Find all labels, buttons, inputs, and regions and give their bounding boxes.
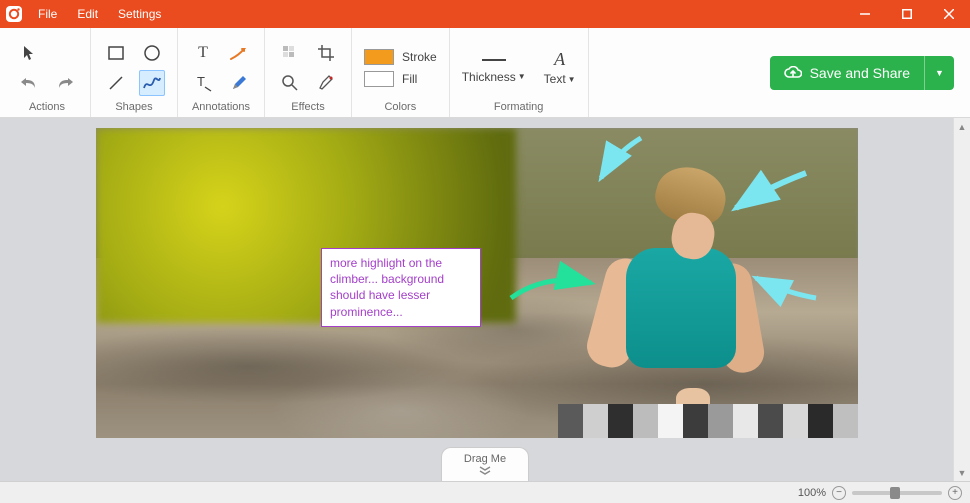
rectangle-tool[interactable] [103, 40, 129, 66]
ellipse-tool[interactable] [139, 40, 165, 66]
save-dropdown-button[interactable]: ▼ [924, 56, 954, 90]
window-maximize-button[interactable] [886, 0, 928, 28]
text-format-label: Text [544, 72, 566, 86]
group-colors: Stroke Fill Colors [352, 28, 450, 117]
app-logo-icon [0, 0, 28, 28]
svg-text:T: T [197, 74, 205, 89]
stroke-color-swatch[interactable] [364, 49, 394, 65]
save-button-label: Save and Share [810, 65, 910, 81]
pixelate-tool[interactable] [277, 40, 303, 66]
group-shapes-label: Shapes [115, 101, 152, 115]
group-annotations: T T Annotations [178, 28, 265, 117]
double-chevron-down-icon [478, 466, 492, 476]
save-and-share-button[interactable]: Save and Share ▼ [770, 56, 954, 90]
canvas[interactable]: more highlight on the climber... backgro… [96, 128, 858, 438]
drag-handle[interactable]: Drag Me [441, 447, 529, 481]
group-actions-label: Actions [29, 101, 65, 115]
fill-color-swatch[interactable] [364, 71, 394, 87]
menu-settings[interactable]: Settings [108, 0, 171, 28]
drag-handle-label: Drag Me [464, 453, 506, 465]
annotation-text: more highlight on the climber... backgro… [330, 256, 444, 319]
pixelate-region [558, 404, 858, 438]
zoom-in-button[interactable]: + [948, 486, 962, 500]
chevron-down-icon: ▼ [518, 72, 526, 81]
pen-tool[interactable] [226, 70, 252, 96]
zoom-slider[interactable] [852, 491, 942, 495]
redo-button[interactable] [52, 70, 78, 96]
group-effects: Effects [265, 28, 352, 117]
callout-tool[interactable]: T [190, 70, 216, 96]
window-close-button[interactable] [928, 0, 970, 28]
group-actions: Actions [4, 28, 91, 117]
status-bar: 100% − + [0, 481, 970, 503]
annotation-callout[interactable]: more highlight on the climber... backgro… [321, 248, 481, 327]
group-annotations-label: Annotations [192, 101, 250, 115]
line-tool[interactable] [103, 70, 129, 96]
stroke-label: Stroke [402, 50, 437, 64]
chevron-down-icon: ▼ [935, 68, 944, 78]
scroll-down-button[interactable]: ▼ [954, 464, 970, 481]
text-format-dropdown[interactable]: A Text▼ [544, 49, 576, 86]
crop-tool[interactable] [313, 40, 339, 66]
group-shapes: Shapes [91, 28, 178, 117]
menu-edit[interactable]: Edit [67, 0, 108, 28]
pointer-tool[interactable] [16, 40, 42, 66]
highlighter-tool[interactable] [313, 70, 339, 96]
magnifier-tool[interactable] [277, 70, 303, 96]
fill-label: Fill [402, 72, 417, 86]
window-minimize-button[interactable] [844, 0, 886, 28]
undo-button[interactable] [16, 70, 42, 96]
zoom-percent: 100% [798, 487, 826, 499]
group-formatting: Thickness▼ A Text▼ Formating [450, 28, 589, 117]
arrow-tool[interactable] [226, 40, 252, 66]
text-tool[interactable]: T [190, 40, 216, 66]
curve-tool[interactable] [139, 70, 165, 96]
thickness-dropdown[interactable]: Thickness▼ [462, 52, 526, 84]
menu-file[interactable]: File [28, 0, 67, 28]
scroll-up-button[interactable]: ▲ [954, 118, 970, 135]
group-colors-label: Colors [384, 101, 416, 115]
group-effects-label: Effects [291, 101, 324, 115]
group-formatting-label: Formating [494, 101, 544, 115]
vertical-scrollbar[interactable]: ▲ ▼ [953, 118, 970, 481]
chevron-down-icon: ▼ [568, 75, 576, 84]
thickness-label: Thickness [462, 70, 516, 84]
cloud-upload-icon [784, 66, 802, 80]
zoom-out-button[interactable]: − [832, 486, 846, 500]
